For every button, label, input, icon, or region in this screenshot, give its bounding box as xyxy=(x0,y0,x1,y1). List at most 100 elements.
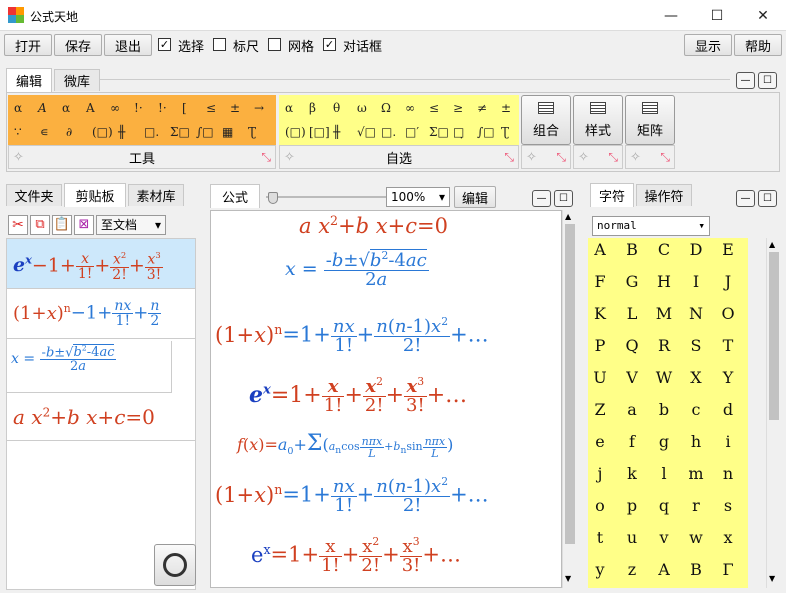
zoom-slider-track[interactable] xyxy=(266,196,386,198)
center-scroll-thumb[interactable] xyxy=(565,224,575,544)
zoom-select[interactable]: 100% ▾ xyxy=(386,187,450,207)
character-cell[interactable]: N xyxy=(686,304,706,323)
copy-icon[interactable]: ⧉ xyxy=(30,215,50,235)
character-cell[interactable]: Y xyxy=(718,368,738,387)
save-button[interactable]: 保存 xyxy=(54,34,102,56)
matrix-button[interactable]: 矩阵 xyxy=(625,95,675,145)
symbol-button[interactable]: ≤ xyxy=(206,101,216,115)
character-cell[interactable]: y xyxy=(590,560,610,579)
style-button[interactable]: 样式 xyxy=(573,95,623,145)
symbol-button[interactable]: √□ xyxy=(357,125,376,139)
symbol-button[interactable]: ± xyxy=(230,101,240,115)
center-scrollbar[interactable]: ▲ ▼ xyxy=(562,210,576,588)
tab-clipboard[interactable]: 剪贴板 xyxy=(64,183,126,207)
clip-item-root[interactable]: x = -b±√b2-4ac 2a xyxy=(7,341,172,393)
symbol-button[interactable]: (□) xyxy=(92,125,113,139)
character-cell[interactable]: j xyxy=(590,464,610,483)
center-collapse-button[interactable]: — xyxy=(532,190,551,207)
character-cell[interactable]: O xyxy=(718,304,738,323)
character-cell[interactable]: i xyxy=(718,432,738,451)
character-cell[interactable]: l xyxy=(654,464,674,483)
tools-group-bar[interactable]: ✧ 工具 ⤡ xyxy=(8,145,276,169)
ruler-checkbox[interactable] xyxy=(213,38,226,51)
symbol-button[interactable]: Σ□ xyxy=(170,125,190,139)
symbol-button[interactable]: ± xyxy=(501,101,511,115)
symbol-button[interactable]: □′ xyxy=(405,125,419,139)
formula-quadratic[interactable]: a x2+b x+c=0 xyxy=(299,213,448,238)
character-cell[interactable]: k xyxy=(622,464,642,483)
character-cell[interactable]: U xyxy=(590,368,610,387)
symbol-button[interactable]: α xyxy=(62,101,70,115)
symbol-button[interactable]: ▦ xyxy=(222,125,233,139)
show-button[interactable]: 显示 xyxy=(684,34,732,56)
character-cell[interactable]: B xyxy=(686,560,706,579)
tab-folder[interactable]: 文件夹 xyxy=(6,184,62,206)
character-cell[interactable]: L xyxy=(622,304,642,323)
style-group-bar[interactable]: ✧ ⤡ xyxy=(573,145,623,169)
character-cell[interactable]: X xyxy=(686,368,706,387)
tab-edit[interactable]: 编辑 xyxy=(6,68,52,92)
open-button[interactable]: 打开 xyxy=(4,34,52,56)
symbol-button[interactable]: → xyxy=(254,101,264,115)
tab-operators[interactable]: 操作符 xyxy=(636,184,692,206)
symbol-button[interactable]: □. xyxy=(381,125,396,139)
grid-checkbox[interactable] xyxy=(268,38,281,51)
scroll-down-arrow[interactable]: ▼ xyxy=(565,574,571,583)
character-cell[interactable]: P xyxy=(590,336,610,355)
character-cell[interactable]: Z xyxy=(590,400,610,419)
right-collapse-button[interactable]: — xyxy=(736,190,755,207)
dialog-checkbox[interactable]: ✓ xyxy=(323,38,336,51)
font-select[interactable]: normal ▾ xyxy=(592,216,710,236)
character-cell[interactable]: u xyxy=(622,528,642,547)
character-cell[interactable]: q xyxy=(654,496,674,515)
symbol-button[interactable]: α xyxy=(285,101,293,115)
cut-icon[interactable]: ✂ xyxy=(8,215,28,235)
character-cell[interactable]: C xyxy=(654,240,674,259)
symbol-button[interactable]: ≠ xyxy=(477,101,487,115)
tab-formula[interactable]: 公式 xyxy=(210,184,260,208)
formula-root[interactable]: x = -b±√b2-4ac 2a xyxy=(285,249,429,289)
character-cell[interactable]: W xyxy=(654,368,674,387)
scroll-up-arrow[interactable]: ▲ xyxy=(769,240,775,249)
character-cell[interactable]: m xyxy=(686,464,706,483)
tab-micro[interactable]: 微库 xyxy=(54,69,100,91)
symbol-button[interactable]: [□] xyxy=(309,125,330,139)
character-cell[interactable]: B xyxy=(622,240,642,259)
character-cell[interactable]: J xyxy=(718,272,738,291)
custom-group-bar[interactable]: ✧ 自选 ⤡ xyxy=(279,145,519,169)
delete-icon[interactable]: ⊠ xyxy=(74,215,94,235)
character-cell[interactable]: c xyxy=(686,400,706,419)
character-cell[interactable]: M xyxy=(654,304,674,323)
paste-icon[interactable]: 📋 xyxy=(52,215,72,235)
symbol-button[interactable]: ∫□ xyxy=(477,125,495,139)
character-cell[interactable]: H xyxy=(654,272,674,291)
symbol-button[interactable]: α xyxy=(14,101,22,115)
symbol-button[interactable]: □̣ xyxy=(453,125,464,139)
symbol-button[interactable]: ∞ xyxy=(405,101,415,115)
symbol-button[interactable]: Σ□ xyxy=(429,125,449,139)
formula-fourier[interactable]: f(x)=a0+Σ(ancos nπx L +bnsin nπx L) xyxy=(237,431,453,459)
character-cell[interactable]: r xyxy=(686,496,706,515)
character-cell[interactable]: n xyxy=(718,464,738,483)
scroll-down-arrow[interactable]: ▼ xyxy=(769,574,775,583)
character-cell[interactable]: E xyxy=(718,240,738,259)
symbol-button[interactable]: Ʈ xyxy=(248,125,256,139)
clip-item-exp[interactable]: ex−1+ x 1! + x2 2! + x3 3! xyxy=(7,239,195,289)
character-cell[interactable]: v xyxy=(654,528,674,547)
character-cell[interactable]: d xyxy=(718,400,738,419)
character-cell[interactable]: Γ xyxy=(718,560,738,579)
character-cell[interactable]: o xyxy=(590,496,610,515)
symbol-button[interactable]: ╫ xyxy=(333,125,340,139)
symbol-button[interactable]: β xyxy=(309,101,316,115)
character-cell[interactable]: A xyxy=(654,560,674,579)
character-cell[interactable]: A xyxy=(590,240,610,259)
circle-button[interactable] xyxy=(154,544,196,586)
character-cell[interactable]: I xyxy=(686,272,706,291)
to-document-button[interactable]: 至文档 ▾ xyxy=(96,215,166,235)
symbol-button[interactable]: □. xyxy=(144,125,159,139)
symbol-button[interactable]: ∵ xyxy=(14,125,22,139)
combine-group-bar[interactable]: ✧ ⤡ xyxy=(521,145,571,169)
exit-button[interactable]: 退出 xyxy=(104,34,152,56)
minimize-button[interactable]: — xyxy=(648,0,694,31)
tab-characters[interactable]: 字符 xyxy=(590,183,634,207)
